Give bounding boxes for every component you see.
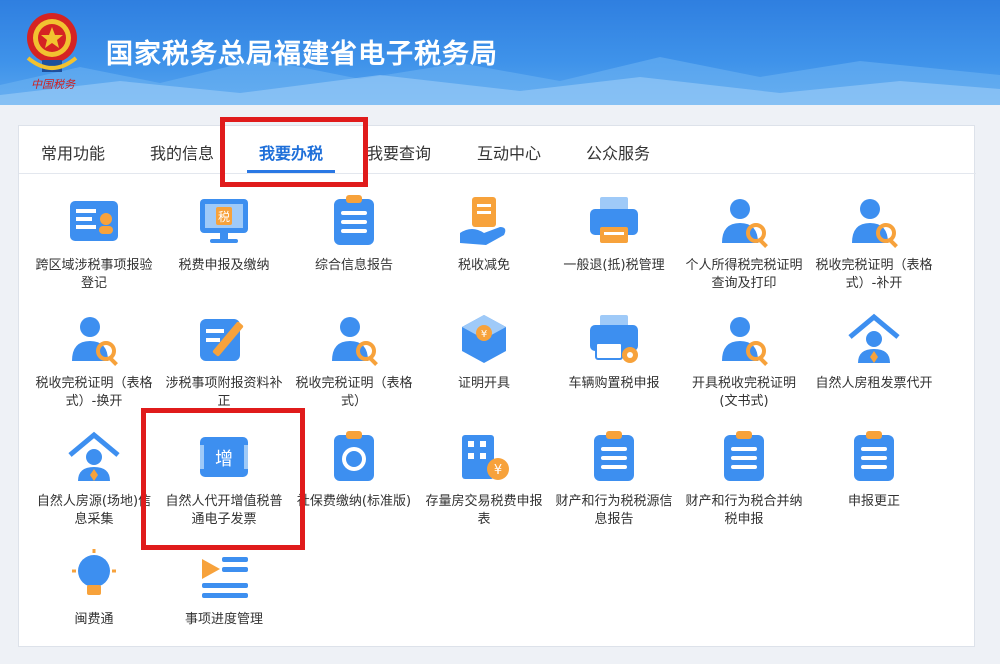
site-title: 国家税务总局福建省电子税务局: [106, 39, 498, 70]
grid-item-housing-transaction-declaration[interactable]: ¥ 存量房交易税费申报表: [419, 429, 549, 529]
tab-interaction-center[interactable]: 互动中心: [477, 140, 541, 164]
person-search-icon: [722, 199, 768, 248]
grid-item-label: 自然人房源(场地)信息采集: [36, 494, 152, 527]
yuan-box-icon: ¥: [462, 315, 506, 363]
house-person-icon: [848, 313, 900, 363]
person-search-icon: [332, 317, 378, 366]
grid-item-label: 跨区域涉税事项报验登记: [35, 258, 153, 291]
grid-item-property-source-report[interactable]: 财产和行为税税源信息报告: [549, 429, 679, 529]
grid-item-label: 开具税收完税证明(文书式): [691, 376, 796, 409]
clipboard-list-icon: [854, 431, 894, 481]
grid-item-declaration-correction[interactable]: 申报更正: [809, 429, 939, 511]
grid-item-supplementary-materials[interactable]: 涉税事项附报资料补正: [159, 311, 289, 411]
house-person-icon: [68, 431, 120, 481]
grid-item-label: 综合信息报告: [314, 258, 393, 273]
grid-item-certificate-exchange[interactable]: 税收完税证明（表格式）-换开: [29, 311, 159, 411]
tax-monitor-icon: 税: [200, 199, 248, 243]
grid-item-vehicle-tax-declaration[interactable]: 车辆购置税申报: [549, 311, 679, 393]
clipboard-list-icon: [334, 195, 374, 245]
grid-item-cross-region-registration[interactable]: 跨区域涉税事项报验登记: [29, 193, 159, 293]
grid-item-refund-management[interactable]: 一般退(抵)税管理: [549, 193, 679, 275]
grid-item-label: 个人所得税完税证明查询及打印: [685, 258, 803, 291]
tab-bar: 常用功能 我的信息 我要办税 我要查询 互动中心 公众服务: [19, 126, 976, 174]
grid-item-property-combined-declaration[interactable]: 财产和行为税合并纳税申报: [679, 429, 809, 529]
grid-item-label: 税收完税证明（表格式）-补开: [815, 258, 933, 291]
grid-item-certificate-table[interactable]: 税收完税证明（表格式）: [289, 311, 419, 411]
building-yuan-icon: ¥: [462, 435, 509, 480]
grid-item-tax-declaration-payment[interactable]: 税 税费申报及缴纳: [159, 193, 289, 275]
grid-item-label: 事项进度管理: [184, 612, 263, 627]
clipboard-list-icon: [594, 431, 634, 481]
grid-item-housing-info-collection[interactable]: 自然人房源(场地)信息采集: [29, 429, 159, 529]
progress-list-icon: [202, 557, 248, 598]
grid-item-label: 财产和行为税税源信息报告: [555, 494, 673, 527]
grid-item-label: 自然人房租发票代开: [815, 376, 933, 391]
emblem-caption: 中国税务: [31, 78, 75, 91]
grid-item-label: 社保费缴纳(标准版): [296, 494, 412, 509]
clipboard-list-icon: [724, 431, 764, 481]
grid-item-label: 证明开具: [457, 376, 510, 391]
grid-item-minfeitong[interactable]: 闽费通: [29, 547, 159, 629]
person-search-icon: [852, 199, 898, 248]
grid-item-progress-management[interactable]: 事项进度管理: [159, 547, 289, 629]
tab-query[interactable]: 我要查询: [367, 140, 431, 164]
tab-common-functions[interactable]: 常用功能: [41, 140, 105, 164]
grid-item-certificate-document[interactable]: 开具税收完税证明(文书式): [679, 311, 809, 411]
site-header: 中国税务 国家税务总局福建省电子税务局: [0, 0, 1000, 105]
grid-item-comprehensive-info-report[interactable]: 综合信息报告: [289, 193, 419, 275]
person-search-icon: [722, 317, 768, 366]
grid-item-social-insurance-payment[interactable]: 社保费缴纳(标准版): [289, 429, 419, 511]
tab-my-info[interactable]: 我的信息: [150, 140, 214, 164]
grid-item-label: 存量房交易税费申报表: [425, 494, 543, 527]
grid-item-label: 车辆购置税申报: [568, 376, 660, 391]
id-card-icon: [70, 201, 118, 241]
grid-item-label: 税收完税证明（表格式）: [295, 376, 413, 409]
highlight-box-tab: [220, 117, 368, 187]
edit-pencil-icon: [200, 319, 244, 361]
grid-item-label: 税收减免: [457, 258, 510, 273]
grid-item-label: 涉税事项附报资料补正: [165, 376, 283, 409]
grid-item-label: 财产和行为税合并纳税申报: [685, 494, 803, 527]
tax-emblem-icon: [26, 13, 78, 72]
svg-text:税: 税: [218, 210, 230, 224]
main-panel: 常用功能 我的信息 我要办税 我要查询 互动中心 公众服务 跨区域涉税事项报验登…: [18, 125, 976, 647]
grid-item-rent-invoice[interactable]: 自然人房租发票代开: [809, 311, 939, 393]
tab-public-service[interactable]: 公众服务: [586, 140, 650, 164]
grid-item-iit-certificate-print[interactable]: 个人所得税完税证明查询及打印: [679, 193, 809, 293]
lightbulb-icon: [72, 549, 116, 595]
hand-document-icon: [460, 197, 506, 245]
grid-item-tax-reduction[interactable]: 税收减免: [419, 193, 549, 275]
highlight-box-vat-invoice: [141, 408, 305, 550]
svg-text:¥: ¥: [481, 329, 487, 340]
grid-item-label: 闽费通: [74, 612, 114, 627]
grid-item-label: 一般退(抵)税管理: [563, 258, 665, 273]
printer-icon: [590, 197, 638, 243]
printer-gear-icon: [590, 315, 638, 363]
clipboard-coin-icon: [334, 431, 374, 481]
grid-item-label: 税收完税证明（表格式）-换开: [35, 376, 153, 409]
person-search-icon: [72, 317, 118, 366]
grid-item-certificate-issue[interactable]: ¥ 证明开具: [419, 311, 549, 393]
svg-text:¥: ¥: [494, 463, 502, 478]
grid-item-label: 税费申报及缴纳: [178, 258, 270, 273]
grid-item-label: 申报更正: [847, 494, 900, 509]
grid-item-certificate-reissue[interactable]: 税收完税证明（表格式）-补开: [809, 193, 939, 293]
